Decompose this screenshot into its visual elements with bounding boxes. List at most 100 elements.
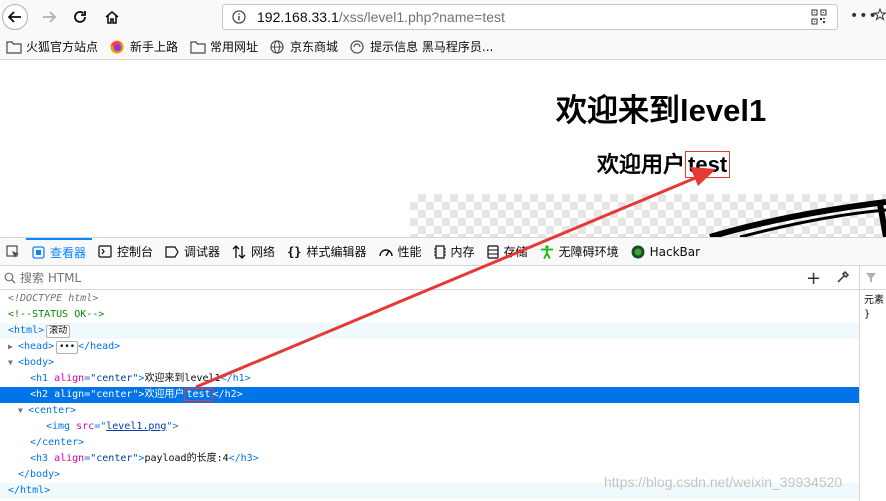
collapsed-badge[interactable]: •••	[56, 341, 79, 354]
tab-storage[interactable]: 存储	[481, 238, 534, 266]
body-open-tag: <body>	[18, 357, 55, 368]
bookmark-item[interactable]: 常用网址	[190, 38, 258, 55]
head-close-tag: </head>	[78, 341, 121, 352]
tab-memory[interactable]: 内存	[428, 238, 481, 266]
element-picker-icon[interactable]	[0, 238, 26, 266]
tree-row-h2-selected[interactable]: <h2 align="center">欢迎用户 test </h2>	[0, 387, 859, 403]
h1-val: "center"	[90, 373, 139, 384]
tree-row-img[interactable]: <img src="level1.png">	[0, 419, 859, 435]
globe-icon	[270, 39, 286, 54]
info-icon[interactable]	[231, 9, 247, 25]
tree-row-doctype[interactable]: <!DOCTYPE html>	[0, 291, 859, 307]
accessibility-icon	[540, 244, 554, 259]
tab-label: 无障碍环境	[558, 245, 619, 259]
home-icon	[105, 10, 119, 24]
bookmark-item[interactable]: 新手上路	[110, 38, 178, 55]
html-search-bar: +	[0, 266, 859, 290]
img-tag: <img	[46, 421, 71, 432]
tree-row-h3[interactable]: <h3 align="center">payload的长度:4</h3>	[0, 451, 859, 467]
html-close-tag: </html>	[8, 485, 51, 496]
tab-hackbar[interactable]: HackBar	[625, 238, 706, 266]
inspector-icon	[32, 246, 45, 259]
bookmark-item[interactable]: 提示信息 黑马程序员...	[350, 38, 493, 55]
tab-label: 内存	[450, 245, 475, 259]
filter-icon[interactable]	[860, 266, 886, 290]
body-close-tag: </body>	[18, 469, 61, 480]
bookmark-label: 提示信息 黑马程序员...	[370, 40, 494, 54]
bookmark-label: 新手上路	[130, 40, 179, 54]
h2-attr: align	[54, 389, 85, 400]
h1-text: 欢迎来到level1	[144, 373, 221, 384]
h1-close-tag: </h1>	[220, 373, 251, 384]
h1-attr: align	[54, 373, 85, 384]
tab-label: 控制台	[117, 245, 154, 259]
reload-icon	[74, 11, 86, 23]
firefox-icon	[110, 40, 126, 54]
tab-performance[interactable]: 性能	[373, 238, 428, 266]
bookmark-star-icon[interactable]	[873, 7, 886, 26]
forward-button[interactable]	[36, 4, 62, 30]
back-button[interactable]	[2, 4, 28, 30]
head-open-tag: <head>	[18, 341, 55, 352]
bookmark-label: 京东商城	[290, 40, 339, 54]
scroll-badge[interactable]: 滚动	[46, 325, 71, 338]
tab-label: 样式编辑器	[306, 245, 367, 259]
h3-close-tag: </h3>	[228, 453, 259, 464]
tree-row-center-close[interactable]: </center>	[0, 435, 859, 451]
tab-accessibility[interactable]: 无障碍环境	[534, 238, 625, 266]
h3-attr: align	[54, 453, 85, 464]
tab-network[interactable]: 网络	[226, 238, 281, 266]
tab-debugger[interactable]: 调试器	[159, 238, 226, 266]
page-heading-h2: 欢迎用户 test	[597, 147, 731, 179]
url-bar[interactable]: 192.168.33.1/xss/level1.php?name=test	[222, 4, 838, 30]
reload-button[interactable]	[67, 4, 93, 30]
h2-val: "center"	[90, 389, 139, 400]
tab-style-editor[interactable]: {} 样式编辑器	[281, 238, 372, 266]
welcome-prefix: 欢迎用户	[597, 152, 686, 177]
expand-arrow-icon[interactable]: ▶	[8, 339, 18, 355]
url-path: /xss/level1.php?name=test	[338, 9, 505, 25]
tab-label: 性能	[397, 245, 422, 259]
tree-row-head[interactable]: ▶ <head> ••• </head>	[0, 339, 859, 355]
tab-label: 存储	[503, 245, 528, 259]
forward-arrow-icon	[43, 11, 57, 23]
rules-element-label: 元素	[864, 295, 884, 306]
comment-text: <!--STATUS OK-->	[8, 309, 105, 320]
html-search-input[interactable]	[20, 270, 720, 285]
collapse-arrow-icon[interactable]: ▼	[8, 355, 18, 371]
center-open-tag: <center>	[28, 405, 77, 416]
bookmark-item[interactable]: 火狐官方站点	[6, 38, 98, 55]
tree-row-h1[interactable]: <h1 align="center">欢迎来到level1</h1>	[0, 371, 859, 387]
browser-toolbar: 192.168.33.1/xss/level1.php?name=test ••…	[0, 0, 886, 34]
tab-label: 调试器	[184, 245, 221, 259]
level-image-graphic	[709, 199, 886, 237]
qr-code-icon[interactable]	[811, 9, 827, 25]
search-icon	[4, 272, 16, 284]
eyedropper-icon[interactable]	[836, 270, 850, 287]
h2-tag: <h2	[30, 389, 49, 400]
bookmark-label: 火狐官方站点	[26, 40, 99, 54]
storage-icon	[486, 244, 499, 259]
h2-close-tag: </h2>	[212, 389, 243, 400]
add-node-icon[interactable]: +	[806, 268, 821, 289]
h3-tag: <h3	[30, 453, 49, 464]
tab-label: 查看器	[50, 246, 87, 260]
tab-console[interactable]: 控制台	[92, 238, 159, 266]
rules-brace: }	[864, 309, 871, 320]
page-content: 欢迎来到level1 欢迎用户 test	[0, 61, 886, 237]
page-heading-h1: 欢迎来到level1	[556, 93, 767, 128]
tree-row-html[interactable]: <html> 滚动	[0, 323, 859, 339]
bookmark-item[interactable]: 京东商城	[270, 38, 338, 55]
tree-row-center[interactable]: ▼ <center>	[0, 403, 859, 419]
memory-icon	[433, 244, 446, 259]
tab-inspector[interactable]: 查看器	[26, 237, 93, 266]
username-highlight: test	[685, 151, 731, 178]
folder-icon	[190, 40, 206, 54]
tree-row-body[interactable]: ▼ <body>	[0, 355, 859, 371]
img-src-link[interactable]: level1.png	[106, 421, 166, 432]
devtools-tabbar: 查看器 控制台 调试器 网络 {} 样式编辑器 性能 内存 存储 无障碍环境 H…	[0, 237, 886, 266]
tab-label: 网络	[251, 245, 276, 259]
tree-row-comment[interactable]: <!--STATUS OK-->	[0, 307, 859, 323]
collapse-arrow-icon[interactable]: ▼	[18, 403, 28, 419]
home-button[interactable]	[99, 4, 125, 30]
